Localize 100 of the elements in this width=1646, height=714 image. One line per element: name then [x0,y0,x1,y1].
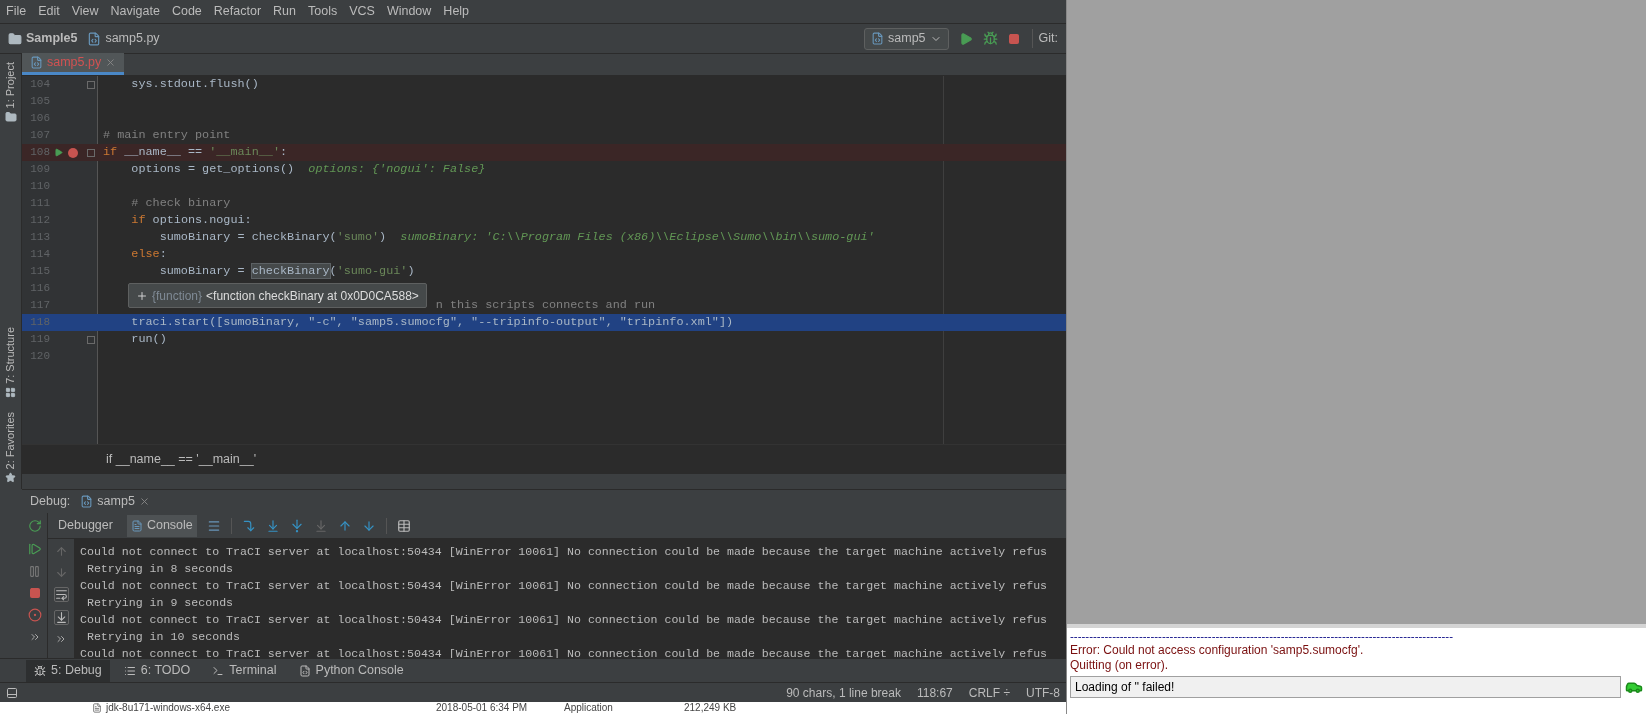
folder-icon [8,31,22,46]
menu-item[interactable]: Navigate [110,2,160,21]
value-text: <function checkBinary at 0x0D0CA588> [206,287,419,305]
status-item[interactable]: UTF-8 [1026,683,1060,702]
console-line: Could not connect to TraCI server at localhost:50434 [WinError 10061] No connection could be made because the target machine actively refus [80,578,1049,594]
file-row-cell-text: 212,249 KB [684,703,738,713]
status-field: Loading of '' failed! [1070,676,1621,698]
console-line: Retrying in 8 seconds [85,561,235,577]
breadcrumb-item[interactable]: samp5.py [105,29,160,48]
error-message: Quitting (on error). [1070,658,1170,673]
close-icon[interactable] [105,57,117,68]
run-icon[interactable] [958,31,973,46]
scroll-to-end-icon[interactable] [53,610,69,625]
force-step-into-icon[interactable] [313,518,328,533]
step-into-icon[interactable] [265,518,280,533]
code-line: if __name__ == '__main__': [103,143,288,161]
list-icon [123,664,136,677]
console-line: Retrying in 9 seconds [85,595,235,611]
code-line: sumoBinary = checkBinary('sumo-gui') [158,262,415,280]
step-out-icon[interactable] [337,518,352,533]
line-number: 118 [29,315,50,331]
more-icon[interactable] [55,633,67,645]
code-line: if options.nogui: [130,211,252,229]
more-icon[interactable] [28,631,41,643]
menu-item[interactable]: View [71,2,99,21]
rerun-icon[interactable] [27,519,42,533]
code-breadcrumb[interactable]: if __name__ == '__main__' [106,450,257,469]
menu-item[interactable]: VCS [349,2,375,21]
run-config-dropdown[interactable]: samp5 [864,27,949,50]
panel-title: Debug: [30,493,71,511]
status-item[interactable]: 118:67 [916,683,953,702]
down-icon[interactable] [54,566,68,579]
code-line: options = get_options() options: {'nogui': False} [130,160,486,178]
file-row-cell-text: 2018-05-01 6:34 PM [436,703,529,713]
stop-icon[interactable] [28,587,41,599]
expand-icon[interactable] [136,289,148,302]
menu-item[interactable]: Run [273,2,296,21]
vcs-label: Git: [1031,29,1058,48]
breakpoints-icon[interactable] [27,608,42,622]
fold-marker-icon[interactable] [87,80,95,89]
side-tab[interactable]: 7: Structure [2,326,19,384]
console-line: Retrying in 10 seconds [85,629,242,645]
pause-icon[interactable] [28,565,41,578]
debug-icon[interactable] [982,31,998,46]
menu-item[interactable]: File [6,2,27,21]
panel-toggle-icon[interactable] [6,686,18,699]
code-line: # check binary [130,194,231,212]
session-tab[interactable]: samp5 [80,492,150,511]
file-icon [92,703,102,713]
side-tab[interactable]: 1: Project [2,62,19,109]
console-line: Could not connect to TraCI server at localhost:50434 [WinError 10061] No connection could be made because the target machine actively refus [80,544,1049,560]
terminal-icon [212,664,225,677]
python-file-icon [871,32,884,45]
step-over-icon[interactable] [241,518,256,533]
up-icon[interactable] [54,545,68,558]
star-icon [5,472,16,483]
evaluate-icon[interactable] [396,518,411,533]
folder-icon [4,111,17,124]
code-line: # main entry point [103,126,231,144]
soft-wrap-icon[interactable] [53,587,69,602]
status-item[interactable]: CRLF ÷ [968,683,1010,702]
breakpoint-icon[interactable] [68,147,78,158]
resume-icon[interactable] [27,542,42,556]
bug-icon [34,664,46,677]
run-to-cursor-icon[interactable] [361,518,376,533]
menu-item[interactable]: Edit [38,2,60,21]
menu-item[interactable]: Tools [308,2,338,21]
menu-icon[interactable] [206,518,221,533]
code-line: else: [130,245,167,263]
python-file-icon [80,495,94,508]
code-line: sumoBinary = checkBinary('sumo') sumoBinary: 'C:\\Program Files (x86)\\Eclipse\\Sumo\\bin\\sumo-gui' [158,228,875,246]
debug-tab[interactable]: Debugger [54,514,117,537]
fold-marker-icon[interactable] [87,335,95,344]
menu-item[interactable]: Window [386,2,432,21]
breadcrumb-item[interactable]: Sample5 [26,29,78,48]
tool-window-tab[interactable]: Python Console [290,659,412,682]
step-into-my-code-icon[interactable] [289,518,304,533]
console-line: Could not connect to TraCI server at localhost:50434 [WinError 10061] No connection could be made because the target machine actively refus [80,612,1049,628]
stop-icon[interactable] [1007,32,1020,45]
console-icon [130,519,143,532]
menu-item[interactable]: Refactor [213,2,262,21]
line-number: 108 [29,145,50,161]
tool-window-tab[interactable]: Terminal [204,659,285,682]
run-marker-icon[interactable] [53,148,63,157]
file-row-cell-text: Application [564,703,614,713]
close-icon[interactable] [138,496,150,507]
tool-window-tab[interactable]: 6: TODO [115,659,199,682]
file-icon [87,31,102,46]
debug-tab[interactable]: Console [126,514,197,537]
message-separator: ---------------------------------------------------------------------------------------------------- [1070,630,1454,643]
structure-icon [5,386,16,398]
menu-item[interactable]: Help [443,2,470,21]
python-file-icon [30,56,43,69]
side-tab[interactable]: 2: Favorites [2,411,19,469]
fold-marker-icon[interactable] [87,148,95,157]
status-item[interactable]: 90 chars, 1 line break [786,683,901,702]
tool-window-tab[interactable]: 5: Debug [26,659,110,682]
code-line: run() [130,330,167,348]
menu-item[interactable]: Code [171,2,202,21]
value-type: {function} [152,287,203,305]
